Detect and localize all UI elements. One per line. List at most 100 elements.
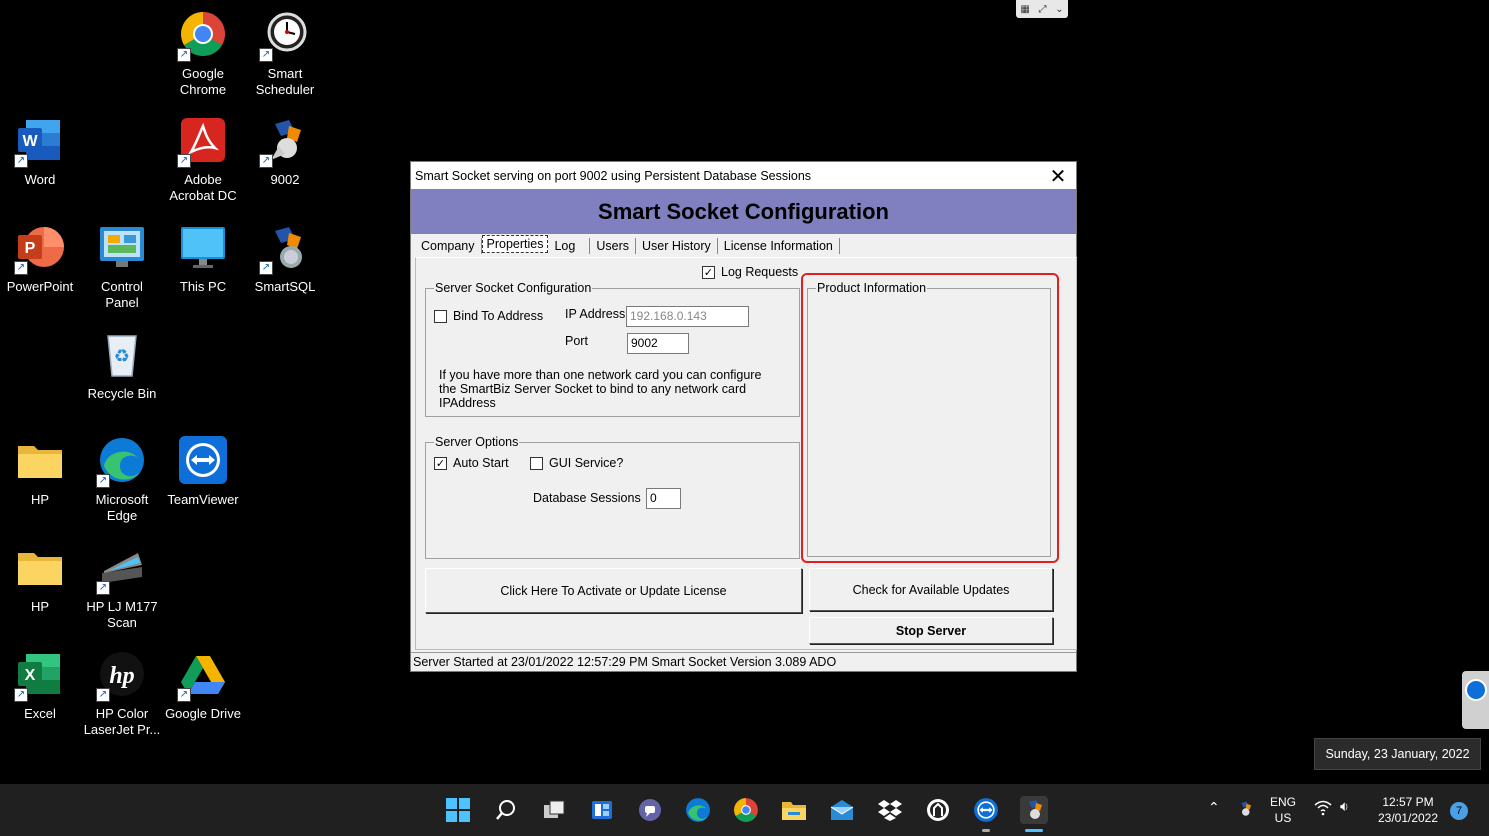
teamviewer-taskbar-icon[interactable] xyxy=(972,796,1000,824)
chevron-down-icon[interactable]: ⌄ xyxy=(1055,4,1063,15)
desktop-icon-recycle-bin[interactable]: ♻ Recycle Bin xyxy=(82,330,162,402)
tab-log[interactable]: Log xyxy=(548,238,591,254)
task-view-icon[interactable] xyxy=(540,796,568,824)
smartsocket-tray-icon[interactable] xyxy=(1236,800,1254,822)
desktop-icon-this-pc[interactable]: This PC xyxy=(163,223,243,295)
desktop-icon-label: SmartSQL xyxy=(254,279,316,294)
running-indicator xyxy=(982,829,990,832)
svg-text:X: X xyxy=(25,667,36,684)
desktop-icon-label: HP LJ M177 Scan xyxy=(86,599,158,630)
grid-icon[interactable]: ▦ xyxy=(1020,4,1029,15)
smartsocket-icon: ↗ xyxy=(259,116,309,168)
desktop-icon-acrobat[interactable]: ↗ Adobe Acrobat DC xyxy=(163,116,243,204)
log-requests-label: Log Requests xyxy=(721,265,799,279)
remote-toolbar-widget[interactable]: ▦ ⤢ ⌄ xyxy=(1016,0,1068,18)
stop-server-button[interactable]: Stop Server xyxy=(809,617,1053,644)
shortcut-arrow-icon: ↗ xyxy=(177,154,191,168)
dropbox-icon[interactable] xyxy=(876,796,904,824)
desktop-icon-label: HP xyxy=(30,599,50,614)
auto-start-checkbox[interactable]: ✓ Auto Start xyxy=(434,456,509,470)
shortcut-arrow-icon: ↗ xyxy=(259,261,273,275)
tab-properties[interactable]: Properties xyxy=(481,235,549,253)
desktop-icon-label: HP xyxy=(30,492,50,507)
status-bar: Server Started at 23/01/2022 12:57:29 PM… xyxy=(411,652,1076,671)
desktop-icon-hp-scan[interactable]: ↗ HP LJ M177 Scan xyxy=(82,543,162,631)
tab-user-history[interactable]: User History xyxy=(636,238,718,254)
shortcut-arrow-icon: ↗ xyxy=(177,688,191,702)
teamviewer-icon xyxy=(179,436,227,484)
activate-license-button[interactable]: Click Here To Activate or Update License xyxy=(425,568,802,613)
log-requests-checkbox[interactable]: ✓ Log Requests xyxy=(702,265,798,279)
gui-service-checkbox[interactable]: GUI Service? xyxy=(530,456,623,470)
port-label: Port xyxy=(565,334,588,348)
folder-icon xyxy=(16,436,64,484)
desktop-icon-chrome[interactable]: ↗ Google Chrome xyxy=(163,10,243,98)
edge-icon: ↗ xyxy=(96,436,146,488)
notification-badge[interactable]: 7 xyxy=(1450,802,1468,820)
close-icon[interactable]: ✕ xyxy=(1044,163,1072,189)
expand-icon[interactable]: ⤢ xyxy=(1039,4,1047,15)
desktop-icon-google-drive[interactable]: ↗ Google Drive xyxy=(163,650,243,722)
product-information-highlight xyxy=(801,273,1059,563)
desktop-icon-hp-folder-2[interactable]: HP xyxy=(0,543,80,615)
wifi-icon[interactable] xyxy=(1314,800,1332,820)
desktop-icon-label: TeamViewer xyxy=(167,492,239,507)
tab-company[interactable]: Company xyxy=(415,238,482,254)
desktop-icon-powerpoint[interactable]: P ↗ PowerPoint xyxy=(0,223,80,295)
powerpoint-icon: P ↗ xyxy=(14,223,64,275)
desktop-icon-smartsql[interactable]: ↗ SmartSQL xyxy=(245,223,325,295)
tab-license-information[interactable]: License Information xyxy=(718,238,840,254)
file-explorer-icon[interactable] xyxy=(780,796,808,824)
desktop-icon-smart-scheduler[interactable]: ↗ Smart Scheduler xyxy=(245,10,325,98)
teamviewer-side-tab[interactable] xyxy=(1462,671,1489,729)
desktop-icon-teamviewer[interactable]: TeamViewer xyxy=(163,436,243,508)
bind-to-address-label: Bind To Address xyxy=(453,309,544,323)
desktop-icon-hp-folder[interactable]: HP xyxy=(0,436,80,508)
desktop-icon-9002[interactable]: ↗ 9002 xyxy=(245,116,325,188)
desktop-icon-word[interactable]: W ↗ Word xyxy=(0,116,80,188)
desktop-icon-edge[interactable]: ↗ Microsoft Edge xyxy=(82,436,162,524)
shortcut-arrow-icon: ↗ xyxy=(259,48,273,62)
desktop-icon-label: Control Panel xyxy=(101,279,143,310)
shortcut-arrow-icon: ↗ xyxy=(96,474,110,488)
search-icon[interactable] xyxy=(492,796,520,824)
teams-chat-icon[interactable] xyxy=(636,796,664,824)
date-tooltip: Sunday, 23 January, 2022 xyxy=(1314,738,1481,770)
smartsocket-taskbar-icon[interactable] xyxy=(1020,796,1048,824)
bind-to-address-checkbox[interactable]: Bind To Address xyxy=(434,309,543,323)
mail-icon[interactable] xyxy=(828,796,856,824)
start-icon[interactable] xyxy=(444,796,472,824)
desktop-icon-excel[interactable]: X ↗ Excel xyxy=(0,650,80,722)
app-circle-icon[interactable] xyxy=(924,796,952,824)
edge-taskbar-icon[interactable] xyxy=(684,796,712,824)
window-title: Smart Socket serving on port 9002 using … xyxy=(415,168,812,183)
desktop-icon-label: Smart Scheduler xyxy=(255,66,315,97)
acrobat-icon: ↗ xyxy=(177,116,227,168)
clock-date: 23/01/2022 xyxy=(1377,811,1439,825)
ip-address-input[interactable]: 192.168.0.143 xyxy=(626,306,749,327)
chrome-taskbar-icon[interactable] xyxy=(732,796,760,824)
desktop-icon-control-panel[interactable]: Control Panel xyxy=(82,223,162,311)
gui-service-label: GUI Service? xyxy=(549,456,624,470)
hp-icon: hp ↗ xyxy=(96,650,146,702)
desktop-icon-label: HP Color LaserJet Pr... xyxy=(83,706,161,737)
clock[interactable]: 12:57 PM 23/01/2022 xyxy=(1372,794,1444,826)
chevron-up-icon[interactable]: ⌃ xyxy=(1208,800,1220,816)
desktop-icon-label: Recycle Bin xyxy=(87,386,157,401)
volume-icon[interactable]: 🔉︎ xyxy=(1340,799,1349,815)
port-input[interactable]: 9002 xyxy=(627,333,689,354)
language-indicator[interactable]: ENG US xyxy=(1266,794,1300,826)
desktop-icon-label: Google Chrome xyxy=(179,66,227,97)
svg-text:P: P xyxy=(25,240,36,257)
checkbox-box xyxy=(434,309,447,323)
desktop-icon-hp-laserjet[interactable]: hp ↗ HP Color LaserJet Pr... xyxy=(82,650,162,738)
check-updates-button[interactable]: Check for Available Updates xyxy=(809,568,1053,611)
database-sessions-input[interactable]: 0 xyxy=(646,488,681,509)
shortcut-arrow-icon: ↗ xyxy=(96,688,110,702)
chrome-icon: ↗ xyxy=(177,10,227,62)
title-bar[interactable]: Smart Socket serving on port 9002 using … xyxy=(411,162,1076,189)
widgets-icon[interactable] xyxy=(588,796,616,824)
region-code: US xyxy=(1274,811,1292,825)
tab-users[interactable]: Users xyxy=(590,238,636,254)
shortcut-arrow-icon: ↗ xyxy=(14,261,28,275)
